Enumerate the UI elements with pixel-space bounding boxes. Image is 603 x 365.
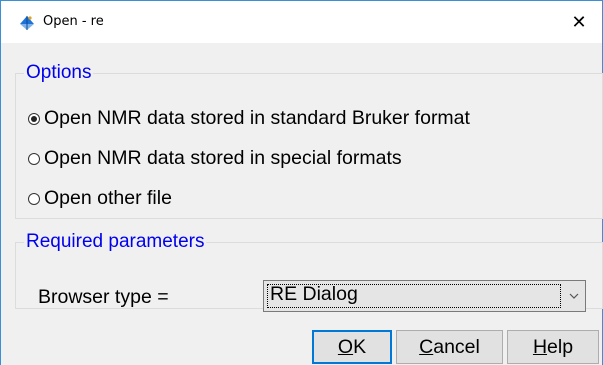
radio-standard-bruker[interactable]: Open NMR data stored in standard Bruker … — [28, 107, 470, 130]
radio-button[interactable] — [28, 192, 40, 205]
help-button[interactable]: Help — [507, 330, 599, 364]
radio-other-file[interactable]: Open other file — [28, 187, 172, 210]
ok-label-rest: K — [353, 335, 367, 358]
help-mnemonic: H — [532, 335, 548, 358]
close-button[interactable]: ✕ — [556, 1, 602, 43]
radio-label-other-file: Open other file — [44, 187, 172, 209]
help-label-rest: elp — [547, 335, 574, 358]
browser-type-value: RE Dialog — [270, 283, 358, 305]
open-dialog-window: Open - re ✕ Options Open NMR data stored… — [0, 0, 603, 365]
cancel-button[interactable]: Cancel — [396, 330, 503, 364]
options-legend: Options — [26, 62, 92, 83]
cancel-label-rest: ancel — [433, 335, 480, 358]
radio-button[interactable] — [28, 152, 40, 165]
title-bar[interactable]: Open - re ✕ — [1, 1, 602, 43]
browser-type-label: Browser type = — [38, 286, 169, 308]
browser-type-select[interactable]: RE Dialog — [263, 280, 586, 312]
close-icon: ✕ — [571, 11, 587, 33]
chevron-down-icon[interactable] — [563, 281, 585, 311]
radio-special-formats[interactable]: Open NMR data stored in special formats — [28, 147, 402, 170]
ok-button[interactable]: OK — [312, 330, 392, 364]
topspin-icon — [20, 16, 34, 30]
radio-button-checked[interactable] — [28, 112, 40, 125]
cancel-mnemonic: C — [419, 335, 434, 358]
radio-label-standard-bruker: Open NMR data stored in standard Bruker … — [44, 107, 470, 129]
dialog-body: Options Open NMR data stored in standard… — [1, 43, 603, 365]
required-parameters-legend: Required parameters — [26, 231, 205, 252]
ok-mnemonic: O — [337, 335, 354, 358]
options-group: Options Open NMR data stored in standard… — [15, 63, 603, 219]
required-parameters-group: Required parameters Browser type = RE Di… — [15, 231, 603, 312]
window-title: Open - re — [43, 14, 104, 29]
radio-label-special-formats: Open NMR data stored in special formats — [44, 147, 402, 169]
